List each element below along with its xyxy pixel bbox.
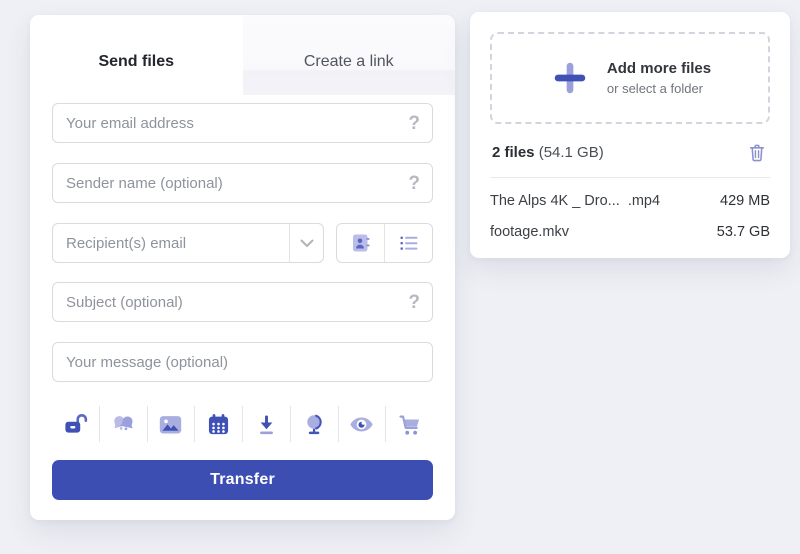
- send-files-card: Send files Create a link ? ?: [30, 15, 455, 520]
- address-book-button[interactable]: [337, 224, 385, 262]
- file-name: footage.mkv: [490, 224, 569, 240]
- calendar-icon: [205, 411, 232, 438]
- help-icon[interactable]: ?: [408, 293, 432, 312]
- unlock-icon: [62, 411, 89, 438]
- send-form: ? ?: [30, 95, 455, 500]
- email-field[interactable]: [53, 104, 408, 142]
- files-summary: 2 files (54.1 GB): [492, 144, 604, 161]
- gallery-option-button[interactable]: [148, 406, 196, 442]
- tab-bar: Send files Create a link: [30, 15, 455, 95]
- email-field-wrap: ?: [52, 103, 433, 143]
- files-total-size: (54.1 GB): [539, 144, 604, 161]
- file-row: footage.mkv 53.7 GB: [490, 209, 770, 240]
- image-icon: [157, 411, 184, 438]
- eye-icon: [348, 411, 375, 438]
- select-folder-label: or select a folder: [607, 81, 711, 96]
- recipient-field-wrap: [52, 223, 324, 263]
- message-field[interactable]: [53, 343, 432, 381]
- subject-field[interactable]: [53, 283, 408, 321]
- recipient-dropdown-toggle[interactable]: [289, 224, 323, 262]
- tab-send-files[interactable]: Send files: [30, 15, 243, 95]
- transfer-options-row: [52, 402, 433, 446]
- recipient-field[interactable]: [53, 224, 289, 262]
- add-more-files-label: Add more files: [607, 60, 711, 77]
- notifications-option-button[interactable]: [100, 406, 148, 442]
- sender-name-field-wrap: ?: [52, 163, 433, 203]
- download-limit-option-button[interactable]: [243, 406, 291, 442]
- preview-option-button[interactable]: [339, 406, 387, 442]
- subject-field-wrap: ?: [52, 282, 433, 322]
- cart-icon: [396, 411, 423, 438]
- sender-name-field[interactable]: [53, 164, 408, 202]
- bells-icon: [110, 411, 137, 438]
- message-field-wrap: [52, 342, 433, 382]
- expiration-option-button[interactable]: [195, 406, 243, 442]
- address-book-icon: [349, 231, 373, 255]
- trash-icon: [746, 141, 768, 164]
- help-icon[interactable]: ?: [408, 114, 432, 133]
- file-row: The Alps 4K _ Dro... .mp4 429 MB: [490, 178, 770, 209]
- files-summary-row: 2 files (54.1 GB): [490, 141, 770, 164]
- language-option-button[interactable]: [291, 406, 339, 442]
- list-icon: [397, 231, 421, 255]
- files-card: Add more files or select a folder 2 file…: [470, 12, 790, 258]
- files-count: 2 files: [492, 144, 535, 161]
- recipient-row: [52, 223, 433, 263]
- globe-icon: [301, 411, 328, 438]
- store-option-button[interactable]: [386, 406, 433, 442]
- plus-icon: [549, 57, 591, 99]
- add-box-text: Add more files or select a folder: [607, 60, 711, 96]
- delete-all-button[interactable]: [746, 141, 768, 164]
- file-size: 53.7 GB: [717, 224, 770, 240]
- add-more-files-button[interactable]: Add more files or select a folder: [490, 32, 770, 124]
- recipient-tools: [336, 223, 433, 263]
- file-size: 429 MB: [720, 193, 770, 209]
- tab-create-link[interactable]: Create a link: [243, 15, 456, 95]
- help-icon[interactable]: ?: [408, 174, 432, 193]
- download-icon: [253, 411, 280, 438]
- file-name: The Alps 4K _ Dro... .mp4: [490, 193, 660, 209]
- chevron-down-icon: [300, 239, 314, 248]
- recipient-list-button[interactable]: [385, 224, 432, 262]
- transfer-button[interactable]: Transfer: [52, 460, 433, 500]
- password-option-button[interactable]: [52, 406, 100, 442]
